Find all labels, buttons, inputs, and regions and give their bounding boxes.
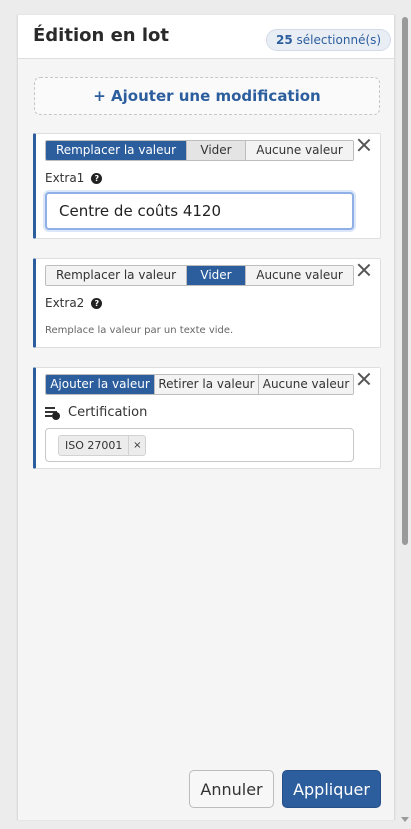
close-icon[interactable] [356, 137, 372, 153]
field-label: Certification [45, 405, 147, 420]
selected-count-badge: 25 sélectionné(s) [266, 29, 392, 51]
tag-chip: ISO 27001 × [58, 435, 147, 456]
option-clear[interactable]: Vider [186, 266, 245, 285]
option-no-value[interactable]: Aucune valeur [245, 266, 353, 285]
selected-count: 25 [276, 33, 293, 47]
help-icon[interactable]: ? [91, 172, 103, 184]
add-modification-button[interactable]: + Ajouter une modification [34, 77, 380, 115]
help-icon[interactable]: ? [91, 297, 103, 309]
option-replace-value[interactable]: Remplacer la valeur [46, 266, 186, 285]
tag-input[interactable]: ISO 27001 × [45, 428, 354, 462]
remove-tag-icon[interactable]: × [128, 436, 145, 455]
modification-card-certification: Ajouter la valeur Retirer la valeur Aucu… [33, 367, 381, 469]
option-no-value[interactable]: Aucune valeur [258, 375, 353, 394]
mode-selector: Remplacer la valeur Vider Aucune valeur [45, 140, 354, 161]
option-add-value[interactable]: Ajouter la valeur [46, 375, 154, 394]
option-replace-value[interactable]: Remplacer la valeur [46, 141, 186, 160]
option-clear[interactable]: Vider [186, 141, 245, 160]
field-name: Extra1 [45, 171, 85, 185]
field-name: Certification [68, 405, 148, 420]
option-remove-value[interactable]: Retirer la valeur [154, 375, 258, 394]
panel-header: Édition en lot 25 sélectionné(s) [18, 15, 394, 59]
selected-suffix: sélectionné(s) [296, 33, 382, 47]
option-no-value[interactable]: Aucune valeur [245, 141, 353, 160]
panel-footer: Annuler Appliquer [18, 767, 394, 817]
field-label: Extra1 ? [45, 171, 103, 185]
panel-title: Édition en lot [33, 25, 170, 46]
field-label: Extra2 ? [45, 296, 103, 310]
apply-button[interactable]: Appliquer [282, 770, 381, 808]
scrollbar-thumb[interactable] [402, 17, 408, 545]
clear-note: Remplace la valeur par un texte vide. [45, 325, 234, 336]
list-icon [45, 406, 60, 420]
close-icon[interactable] [356, 262, 372, 278]
scroll-down-icon[interactable] [401, 817, 409, 822]
close-icon[interactable] [356, 371, 372, 387]
value-input[interactable]: Centre de coûts 4120 [45, 192, 354, 230]
tag-label: ISO 27001 [65, 439, 123, 452]
modification-card-extra2: Remplacer la valeur Vider Aucune valeur … [33, 258, 381, 348]
mode-selector: Remplacer la valeur Vider Aucune valeur [45, 265, 354, 286]
modification-card-extra1: Remplacer la valeur Vider Aucune valeur … [33, 133, 381, 239]
bulk-edit-panel: Édition en lot 25 sélectionné(s) + Ajout… [17, 15, 395, 820]
cancel-button[interactable]: Annuler [189, 770, 274, 808]
mode-selector: Ajouter la valeur Retirer la valeur Aucu… [45, 374, 354, 395]
field-name: Extra2 [45, 296, 85, 310]
